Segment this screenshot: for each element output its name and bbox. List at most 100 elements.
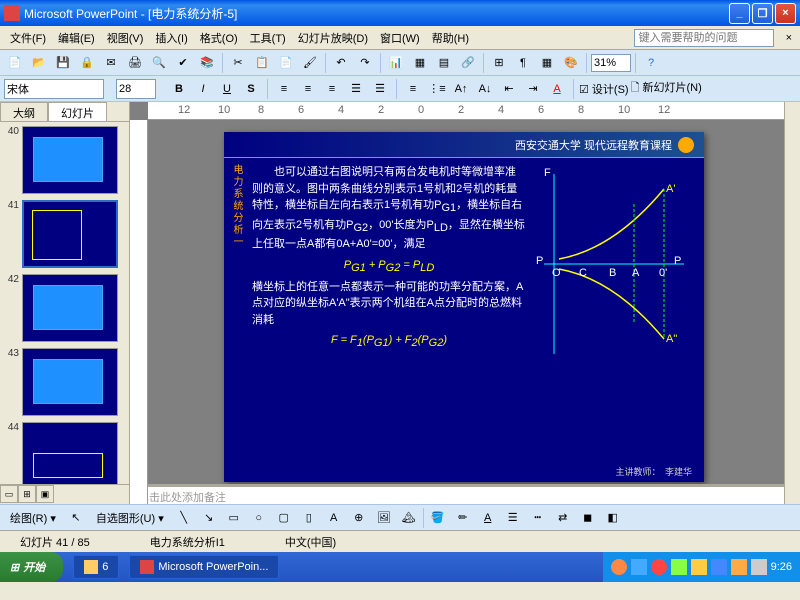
- arrow-icon[interactable]: ↘: [198, 507, 220, 529]
- thumbnail-41[interactable]: 41: [4, 200, 125, 268]
- tray-icon[interactable]: [671, 559, 687, 575]
- decrease-font-icon[interactable]: A↓: [474, 78, 496, 100]
- new-slide-button[interactable]: 🗋 新幻灯片(N): [631, 79, 702, 98]
- tray-icon[interactable]: [631, 559, 647, 575]
- tray-icon[interactable]: [651, 559, 667, 575]
- design-button[interactable]: ☑ 设计(S): [579, 81, 629, 97]
- fill-color-icon[interactable]: 🪣: [427, 507, 449, 529]
- menu-format[interactable]: 格式(O): [194, 28, 244, 48]
- bullets-icon[interactable]: ⋮≡: [426, 78, 448, 100]
- align-right-icon[interactable]: ≡: [321, 78, 343, 100]
- menu-view[interactable]: 视图(V): [101, 28, 150, 48]
- permission-icon[interactable]: 🔒: [76, 52, 98, 74]
- menu-slideshow[interactable]: 幻灯片放映(D): [292, 28, 374, 48]
- grid-icon[interactable]: ▦: [536, 52, 558, 74]
- minimize-button[interactable]: _: [729, 3, 750, 24]
- autoshapes-button[interactable]: 自选图形(U) ▾: [90, 508, 170, 528]
- cut-icon[interactable]: ✂: [227, 52, 249, 74]
- menu-edit[interactable]: 编辑(E): [52, 28, 101, 48]
- font-color-icon[interactable]: A: [546, 78, 568, 100]
- expand-icon[interactable]: ⊞: [488, 52, 510, 74]
- textbox-icon[interactable]: ▢: [273, 507, 295, 529]
- save-icon[interactable]: 💾: [52, 52, 74, 74]
- bold-button[interactable]: B: [168, 78, 190, 100]
- tab-slides[interactable]: 幻灯片: [48, 102, 107, 121]
- help-search-input[interactable]: [634, 29, 774, 47]
- slide-canvas[interactable]: 西安交通大学 现代远程教育课程 电力系统分析一 也可以通过右图说明只有两台发电机…: [130, 120, 784, 484]
- thumbnail-44[interactable]: 44: [4, 422, 125, 484]
- align-center-icon[interactable]: ≡: [297, 78, 319, 100]
- taskbar-item-powerpoint[interactable]: Microsoft PowerPoin...: [129, 555, 279, 579]
- spell-icon[interactable]: ✔: [172, 52, 194, 74]
- new-icon[interactable]: 📄: [4, 52, 26, 74]
- line-icon[interactable]: ╲: [173, 507, 195, 529]
- italic-button[interactable]: I: [192, 78, 214, 100]
- copy-icon[interactable]: 📋: [251, 52, 273, 74]
- diagram-icon[interactable]: ⊕: [348, 507, 370, 529]
- vertical-scrollbar[interactable]: [784, 102, 800, 504]
- color-icon[interactable]: 🎨: [560, 52, 582, 74]
- current-slide[interactable]: 西安交通大学 现代远程教育课程 电力系统分析一 也可以通过右图说明只有两台发电机…: [224, 132, 704, 482]
- clipart-icon[interactable]: 🖼: [373, 507, 395, 529]
- tables-borders-icon[interactable]: ▤: [433, 52, 455, 74]
- thumbnail-42[interactable]: 42: [4, 274, 125, 342]
- thumbnail-43[interactable]: 43: [4, 348, 125, 416]
- open-icon[interactable]: 📂: [28, 52, 50, 74]
- shadow-button[interactable]: S: [240, 78, 262, 100]
- undo-icon[interactable]: ↶: [330, 52, 352, 74]
- tab-outline[interactable]: 大纲: [0, 102, 48, 121]
- menu-tools[interactable]: 工具(T): [244, 28, 292, 48]
- tray-icon[interactable]: [711, 559, 727, 575]
- underline-button[interactable]: U: [216, 78, 238, 100]
- draw-menu-button[interactable]: 绘图(R) ▾: [4, 508, 62, 528]
- shadow-style-icon[interactable]: ◼: [577, 507, 599, 529]
- preview-icon[interactable]: 🔍: [148, 52, 170, 74]
- start-button[interactable]: ⊞开始: [0, 552, 63, 582]
- slideshow-view-icon[interactable]: ▣: [36, 485, 54, 503]
- increase-font-icon[interactable]: A↑: [450, 78, 472, 100]
- oval-icon[interactable]: ○: [248, 507, 270, 529]
- font-name-combo[interactable]: [4, 79, 104, 99]
- line-spacing-icon[interactable]: ☰: [369, 78, 391, 100]
- tray-clock[interactable]: 9:26: [771, 561, 792, 573]
- tray-icon[interactable]: [751, 559, 767, 575]
- distribute-icon[interactable]: ☰: [345, 78, 367, 100]
- menu-file[interactable]: 文件(F): [4, 28, 52, 48]
- numbering-icon[interactable]: ≡: [402, 78, 424, 100]
- wordart-icon[interactable]: A: [323, 507, 345, 529]
- dash-style-icon[interactable]: ┅: [527, 507, 549, 529]
- mdi-close-icon[interactable]: ×: [782, 32, 796, 44]
- show-format-icon[interactable]: ¶: [512, 52, 534, 74]
- sorter-view-icon[interactable]: ⊞: [18, 485, 36, 503]
- chart-icon[interactable]: 📊: [385, 52, 407, 74]
- decrease-indent-icon[interactable]: ⇤: [498, 78, 520, 100]
- vertical-text-icon[interactable]: ▯: [298, 507, 320, 529]
- help-icon[interactable]: ?: [640, 52, 662, 74]
- maximize-button[interactable]: ❐: [752, 3, 773, 24]
- line-color-icon[interactable]: ✏: [452, 507, 474, 529]
- picture-icon[interactable]: 🏔: [398, 507, 420, 529]
- increase-indent-icon[interactable]: ⇥: [522, 78, 544, 100]
- print-icon[interactable]: 🖨: [124, 52, 146, 74]
- zoom-input[interactable]: [591, 54, 631, 72]
- align-left-icon[interactable]: ≡: [273, 78, 295, 100]
- table-icon[interactable]: ▦: [409, 52, 431, 74]
- redo-icon[interactable]: ↷: [354, 52, 376, 74]
- menu-window[interactable]: 窗口(W): [374, 28, 426, 48]
- notes-pane[interactable]: 单击此处添加备注: [130, 484, 784, 504]
- normal-view-icon[interactable]: ▭: [0, 485, 18, 503]
- arrow-style-icon[interactable]: ⇄: [552, 507, 574, 529]
- line-style-icon[interactable]: ☰: [502, 507, 524, 529]
- close-button[interactable]: ×: [775, 3, 796, 24]
- research-icon[interactable]: 📚: [196, 52, 218, 74]
- rectangle-icon[interactable]: ▭: [223, 507, 245, 529]
- menu-help[interactable]: 帮助(H): [426, 28, 475, 48]
- thumbnail-list[interactable]: 40 41 42 43 44 45: [0, 122, 129, 484]
- taskbar-item-folder[interactable]: 6: [73, 555, 119, 579]
- tray-icon[interactable]: [611, 559, 627, 575]
- font-color-draw-icon[interactable]: A: [477, 507, 499, 529]
- hyperlink-icon[interactable]: 🔗: [457, 52, 479, 74]
- 3d-style-icon[interactable]: ◧: [602, 507, 624, 529]
- paste-icon[interactable]: 📄: [275, 52, 297, 74]
- format-painter-icon[interactable]: 🖌: [299, 52, 321, 74]
